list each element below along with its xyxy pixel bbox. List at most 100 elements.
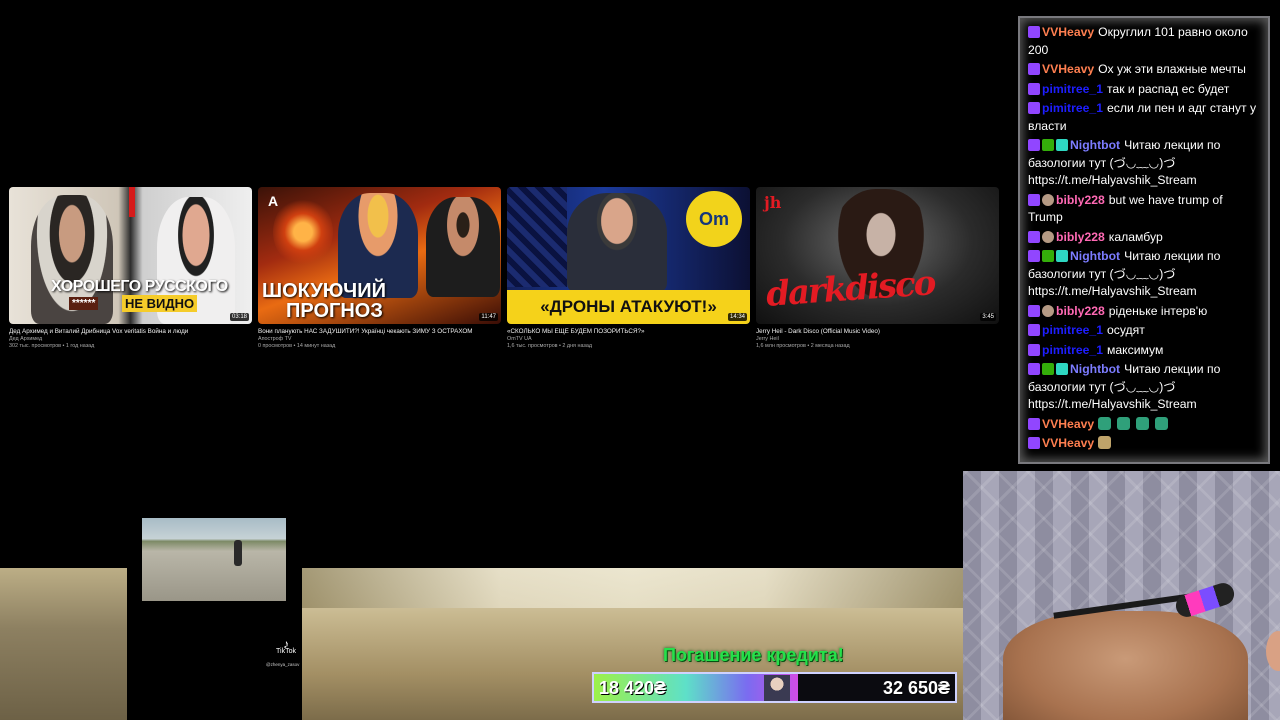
thumbnail-person (426, 197, 500, 297)
video-meta: 0 просмотров • 14 минут назад (258, 343, 336, 349)
thumbnail-decoration (129, 187, 135, 217)
sub-badge-icon (1042, 304, 1054, 317)
video-thumbnail[interactable]: A ШОКУЮЧИЙ ПРОГНОЗ 11:47 (258, 187, 501, 324)
chat-panel: VVHeavy Округлил 101 равно около 200 VVHea… (1018, 16, 1270, 464)
video-title[interactable]: Jerry Heil - Dark Disco (Official Music … (756, 328, 999, 336)
chat-username[interactable]: Nightbot (1070, 362, 1120, 376)
thumbnail-caption-stars: ****** (69, 297, 99, 310)
sub-badge-icon (1042, 230, 1054, 243)
video-meta: 1,6 тыс. просмотров • 2 дня назад (507, 343, 592, 349)
video-card[interactable]: Om «ДРОНЫ АТАКУЮТ!» 14:34 «СКОЛЬКО МЫ ЕЩ… (507, 187, 750, 350)
video-background (0, 568, 127, 720)
chat-message: VVHeavy (1028, 435, 1260, 453)
frog-emote-icon (1136, 416, 1150, 430)
credit-goal-title: Погашение кредита! (663, 645, 844, 665)
twitch-badge-icon (1028, 63, 1040, 75)
chat-text: Ох уж эти влажные мечты (1098, 62, 1246, 76)
chat-message: VVHeavy Округлил 101 равно около 200 (1028, 24, 1260, 59)
chat-message: VVHeavy Ох уж эти влажные мечты (1028, 61, 1260, 79)
twitch-badge-icon (1028, 230, 1040, 243)
video-duration: 03:18 (229, 313, 249, 321)
chat-username[interactable]: VVHeavy (1042, 62, 1094, 76)
video-title[interactable]: Дед Архимед и Виталий Дрибница Vox verit… (9, 328, 252, 336)
twitch-badge-icon (1028, 82, 1040, 95)
twitch-badge-icon (1028, 324, 1040, 336)
chat-message: pimitree_1 так и распад ес будет (1028, 81, 1260, 99)
tiktok-handle: @zhenya_zasov (266, 662, 300, 667)
twitch-badge-icon (1028, 363, 1040, 375)
video-card[interactable]: A ШОКУЮЧИЙ ПРОГНОЗ 11:47 Вони планують Н… (258, 187, 501, 350)
chat-username[interactable]: VVHeavy (1042, 436, 1094, 450)
twitch-badge-icon (1028, 343, 1040, 356)
video-thumbnail[interactable]: jh darkdisco 3:45 (756, 187, 999, 324)
chat-username[interactable]: Nightbot (1070, 249, 1120, 263)
twitch-badge-icon (1028, 102, 1040, 114)
video-duration: 11:47 (479, 313, 498, 321)
chat-username[interactable]: pimitree_1 (1042, 101, 1103, 115)
video-duration: 3:45 (980, 313, 996, 321)
twitch-badge-icon (1028, 437, 1040, 449)
chat-message: pimitree_1 если ли пен и адг станут у вла… (1028, 100, 1260, 135)
video-card[interactable]: jh darkdisco 3:45 Jerry Heil - Dark Disc… (756, 187, 999, 350)
thumbnail-decoration (507, 187, 567, 287)
pepe-emote-icon (1098, 436, 1112, 449)
bot-badge-icon (1056, 139, 1068, 151)
chat-username[interactable]: VVHeavy (1042, 417, 1094, 431)
video-meta: 302 тыс. просмотров • 1 год назад (9, 343, 95, 349)
video-thumbnail[interactable]: Om «ДРОНЫ АТАКУЮТ!» 14:34 (507, 187, 750, 324)
twitch-badge-icon (1028, 304, 1040, 317)
twitch-badge-icon (1028, 193, 1040, 206)
sub-badge-icon (1042, 193, 1054, 206)
tiktok-icon: ♪ (282, 637, 289, 651)
chat-username[interactable]: pimitree_1 (1042, 323, 1103, 337)
video-channel[interactable]: Jerry Heil (756, 336, 999, 343)
credit-avatar (764, 675, 790, 701)
video-channel[interactable]: Дед Архимед (9, 336, 252, 343)
chat-text: каламбур (1108, 229, 1163, 244)
tiktok-label: TikTok (276, 648, 296, 655)
clip-preview (142, 518, 286, 601)
video-card[interactable]: ХОРОШЕГО РУССКОГО ****** НЕ ВИДНО 03:18 … (9, 187, 252, 350)
chat-message-list[interactable]: VVHeavy Округлил 101 равно около 200 VVHea… (1028, 24, 1260, 455)
thumbnail-caption: НЕ ВИДНО (122, 295, 198, 312)
chat-message: Nightbot Читаю лекции по базологии тут (づ… (1028, 361, 1260, 414)
clip-figure (234, 540, 242, 566)
thumbnail-person (567, 193, 667, 293)
mod-badge-icon (1042, 363, 1054, 375)
chat-username[interactable]: bibly228 (1056, 230, 1105, 244)
video-thumbnail[interactable]: ХОРОШЕГО РУССКОГО ****** НЕ ВИДНО 03:18 (9, 187, 252, 324)
video-title[interactable]: Вони планують НАС ЗАДУШИТИ?! Українці че… (258, 328, 501, 336)
chat-message: pimitree_1 осудят (1028, 322, 1260, 340)
chat-text: максимум (1106, 342, 1164, 357)
thumbnail-caption: ПРОГНОЗ (286, 300, 383, 322)
chat-username[interactable]: bibly228 (1056, 193, 1105, 207)
frog-emote-icon (1117, 416, 1131, 430)
chat-username[interactable]: Nightbot (1070, 138, 1120, 152)
chat-message: Nightbot Читаю лекции по базологии тут (づ… (1028, 137, 1260, 190)
video-meta: 1,6 млн просмотров • 2 месяца назад (756, 343, 850, 349)
chat-message: Nightbot Читаю лекции по базологии тут (づ… (1028, 248, 1260, 301)
chat-message: bibly228 каламбур (1028, 229, 1260, 247)
chat-username[interactable]: pimitree_1 (1042, 343, 1103, 357)
video-title[interactable]: «СКОЛЬКО МЫ ЕЩЁ БУДЕМ ПОЗОРИТЬСЯ?» (507, 328, 750, 336)
chat-text: рiденьке інтерв'ю (1108, 303, 1208, 318)
chat-message: pimitree_1 максимум (1028, 342, 1260, 360)
chat-text: осудят (1106, 323, 1145, 337)
chat-text: так и распад ес будет (1106, 81, 1230, 96)
thumbnail-banner: «ДРОНЫ АТАКУЮТ!» (507, 290, 750, 324)
thumbnail-caption: ХОРОШЕГО РУССКОГО (51, 278, 228, 295)
chat-username[interactable]: VVHeavy (1042, 25, 1094, 39)
video-channel[interactable]: OmTV UA (507, 336, 750, 343)
chat-message: bibly228 рiденьке інтерв'ю (1028, 303, 1260, 321)
chat-username[interactable]: bibly228 (1056, 304, 1105, 318)
credit-current-amount: 18 420₴ (599, 678, 667, 698)
channel-logo: jh (764, 193, 782, 212)
channel-logo: A (268, 193, 279, 209)
video-duration: 14:34 (727, 313, 747, 321)
thumbnail-caption: «ДРОНЫ АТАКУЮТ!» (540, 297, 717, 316)
frog-emote-icon (1098, 416, 1112, 430)
twitch-badge-icon (1028, 26, 1040, 38)
chat-username[interactable]: pimitree_1 (1042, 82, 1103, 96)
twitch-badge-icon (1028, 139, 1040, 151)
video-channel[interactable]: Апостроф TV (258, 336, 501, 343)
